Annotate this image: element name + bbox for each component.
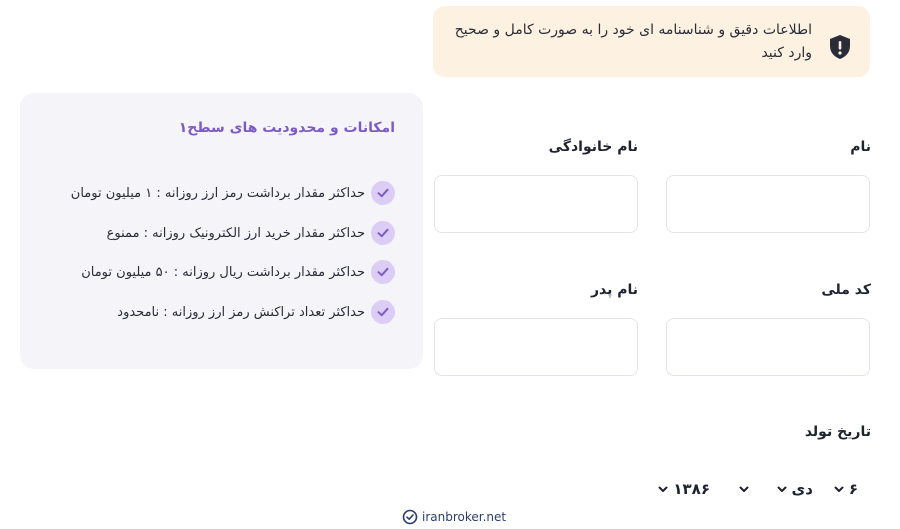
birth-year-value: ۱۳۸۶ (673, 480, 710, 498)
father-name-label: نام پدر (590, 282, 638, 298)
birth-year-select-group: ۱۳۸۶ (657, 480, 750, 498)
watermark: iranbroker.net (402, 509, 506, 525)
identity-notice: اطلاعات دقیق و شناسنامه ای خود را به صور… (433, 6, 870, 77)
limit-item-text: حداکثر مقدار برداشت ریال روزانه : ۵۰ میل… (81, 264, 365, 280)
national-code-input[interactable] (666, 318, 870, 376)
notice-message: اطلاعات دقیق و شناسنامه ای خود را به صور… (454, 22, 812, 61)
shield-exclamation-icon (830, 35, 850, 59)
first-name-label: نام (850, 139, 871, 155)
level-limits-panel: امکانات و محدودیت های سطح۱ حداکثر مقدار … (20, 93, 423, 369)
limits-title: امکانات و محدودیت های سطح۱ (178, 120, 395, 136)
limit-item: حداکثر مقدار خرید ارز الکترونیک روزانه :… (107, 221, 395, 245)
last-name-label: نام خانوادگی (548, 139, 638, 155)
limit-item-text: حداکثر مقدار خرید ارز الکترونیک روزانه :… (106, 225, 365, 241)
chevron-down-icon (777, 486, 787, 492)
watermark-text: iranbroker.net (422, 510, 507, 524)
birth-month-select[interactable]: دی (776, 480, 813, 498)
chevron-down-icon (739, 486, 749, 492)
birth-day-select[interactable]: ۶ (833, 480, 858, 498)
limit-item-text: حداکثر مقدار برداشت رمز ارز روزانه : ۱ م… (70, 185, 365, 201)
first-name-input[interactable] (666, 175, 870, 233)
check-icon (371, 221, 395, 245)
chevron-down-icon (658, 486, 668, 492)
limit-item: حداکثر مقدار برداشت رمز ارز روزانه : ۱ م… (71, 181, 395, 205)
limit-item: حداکثر مقدار برداشت ریال روزانه : ۵۰ میل… (81, 260, 395, 284)
check-icon (371, 300, 395, 324)
chevron-down-icon (834, 486, 844, 492)
birth-date-label: تاریخ تولد (804, 424, 871, 440)
birth-year-select[interactable]: ۱۳۸۶ (657, 480, 710, 498)
check-icon (371, 181, 395, 205)
check-icon (371, 260, 395, 284)
last-name-input[interactable] (434, 175, 638, 233)
limit-item: حداکثر تعداد تراکنش رمز ارز روزانه : نام… (117, 300, 395, 324)
birth-month-value: دی (791, 480, 813, 498)
birth-day-value: ۶ (848, 480, 858, 498)
father-name-input[interactable] (434, 318, 638, 376)
check-badge-icon (402, 509, 418, 525)
limit-item-text: حداکثر تعداد تراکنش رمز ارز روزانه : نام… (117, 304, 365, 320)
national-code-label: کد ملی (821, 282, 871, 298)
